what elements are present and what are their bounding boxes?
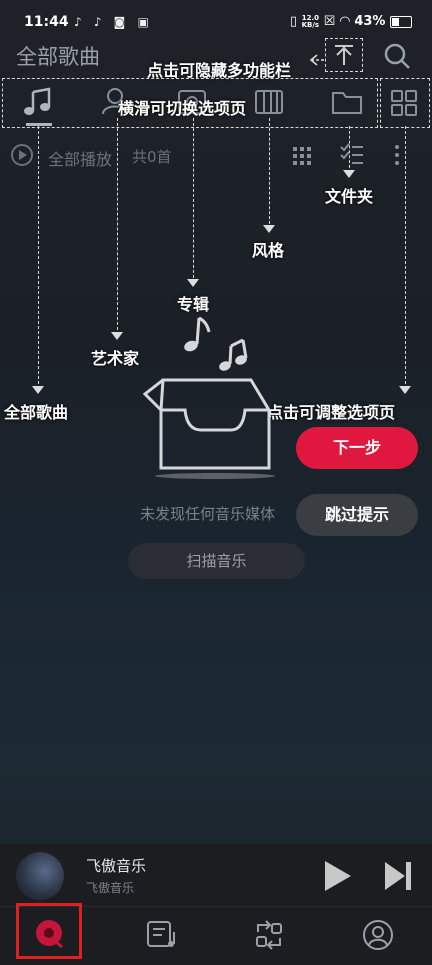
guide-arrow-adjust [399, 386, 411, 394]
guide-arrow-style [263, 225, 275, 233]
status-bar: 11:44 ♪ ♪ ◙ ▣ ▯ 12.0 KB/s ☒ ◠ 43% [0, 0, 432, 40]
tab-folder-icon[interactable] [331, 88, 363, 116]
song-count: 共0首 [132, 148, 172, 166]
empty-box-illustration [142, 316, 275, 479]
next-button[interactable]: 下一步 [296, 427, 418, 469]
nav-switch-icon[interactable] [254, 920, 284, 950]
guide-adjust [405, 126, 406, 384]
wifi-icon: ◠ [339, 14, 350, 29]
nav-playlist-icon[interactable] [146, 920, 178, 950]
hint-all-songs: 全部歌曲 [4, 403, 69, 422]
multi-select-icon[interactable] [291, 145, 313, 167]
collapse-up-icon[interactable] [326, 39, 362, 71]
active-tab-indicator [26, 123, 52, 126]
hint-artist: 艺术家 [91, 349, 140, 368]
guide-arrow-artist [111, 332, 123, 340]
net-speed: 12.0 KB/s [301, 13, 320, 29]
album-cover[interactable] [16, 852, 64, 900]
search-icon[interactable] [382, 41, 412, 71]
battery-icon [390, 15, 412, 28]
checklist-icon[interactable] [339, 141, 365, 167]
guide-album [193, 118, 194, 278]
guide-arrow-album [187, 279, 199, 287]
tab-style-icon[interactable] [254, 88, 284, 116]
guide-style [269, 118, 270, 224]
hint-left-arrow-icon [309, 54, 326, 66]
nav-profile-icon[interactable] [362, 919, 394, 951]
nav-music-highlight[interactable] [16, 903, 82, 959]
guide-artist [117, 118, 118, 330]
guide-arrow-folder [343, 170, 355, 178]
hint-swipe: 横滑可切换选项页 [118, 99, 247, 118]
hint-folder: 文件夹 [325, 187, 374, 206]
grid-settings-icon[interactable] [390, 89, 418, 117]
status-right: ▯ 12.0 KB/s ☒ ◠ 43% [290, 14, 412, 29]
hint-adjust-tabs: 点击可调整选项页 [267, 403, 396, 422]
play-all-icon[interactable] [10, 143, 34, 167]
notification-icons: ♪ ♪ ◙ ▣ [74, 15, 153, 29]
guide-arrow-all-songs [32, 386, 44, 394]
vibrate-icon: ▯ [289, 14, 298, 29]
guide-folder [349, 126, 350, 168]
empty-message: 未发现任何音乐媒体 [140, 505, 276, 523]
hint-style: 风格 [252, 241, 285, 260]
next-track-icon[interactable] [382, 860, 414, 892]
guide-all-songs [38, 126, 39, 384]
skip-tips-button[interactable]: 跳过提示 [296, 494, 418, 536]
play-all-button[interactable]: 全部播放 [48, 146, 112, 170]
player-subtitle: 飞傲音乐 [86, 881, 135, 895]
status-time: 11:44 [24, 14, 69, 30]
more-icon[interactable] [391, 143, 403, 167]
mini-player[interactable]: 飞傲音乐 飞傲音乐 [0, 844, 432, 906]
page-title: 全部歌曲 [16, 45, 100, 69]
collapse-box[interactable] [325, 38, 363, 72]
bottom-nav [0, 903, 432, 965]
player-title: 飞傲音乐 [86, 857, 147, 875]
scan-music-button[interactable]: 扫描音乐 [128, 543, 305, 579]
tab-all-songs-icon[interactable] [23, 86, 53, 118]
nav-music-icon[interactable] [34, 918, 64, 948]
battery-percent: 43% [354, 14, 386, 29]
nfc-icon: ☒ [323, 14, 336, 29]
play-icon[interactable] [320, 859, 354, 893]
